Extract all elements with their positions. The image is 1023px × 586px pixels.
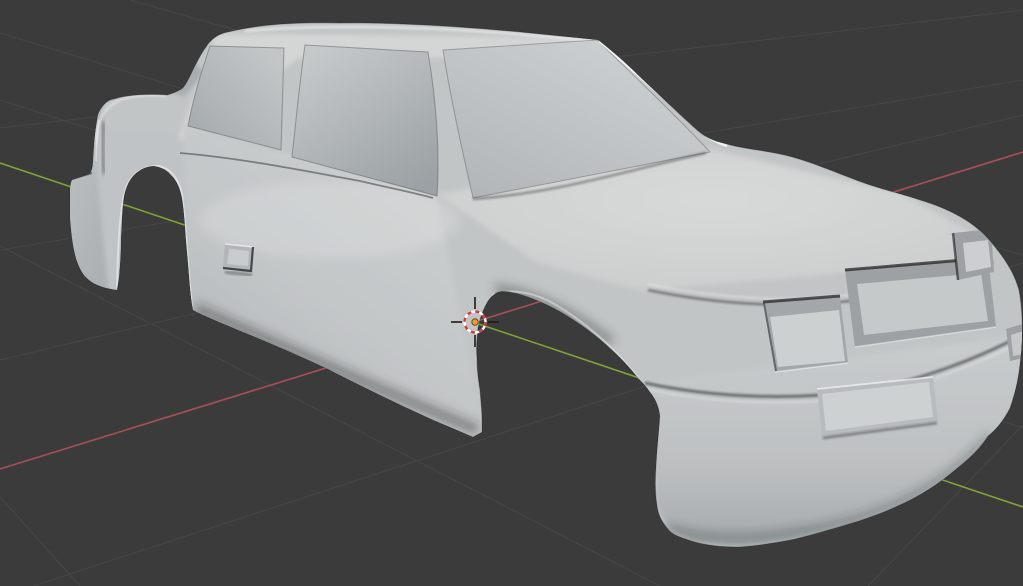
headlight-recess bbox=[762, 294, 849, 373]
tail-concave-shadow bbox=[99, 121, 107, 175]
cursor-center-dot bbox=[471, 318, 479, 326]
3d-viewport[interactable] bbox=[0, 0, 1023, 586]
